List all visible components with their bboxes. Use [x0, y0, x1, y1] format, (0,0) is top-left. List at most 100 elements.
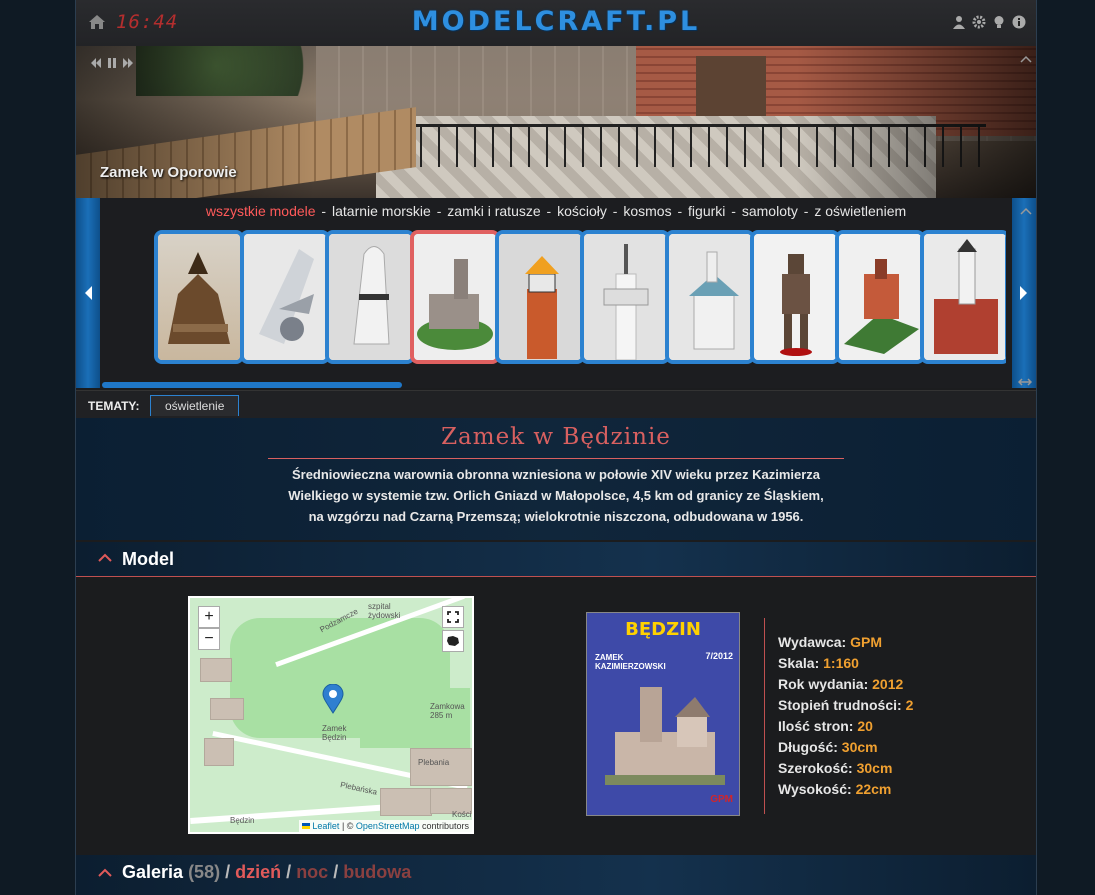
map-label: Kościo [452, 810, 474, 819]
model-specs: Wydawca: GPM Skala: 1:160 Rok wydania: 2… [778, 632, 913, 800]
spec-value: 2 [905, 697, 914, 713]
map-label: Będzin [230, 816, 255, 825]
topics-bar: TEMATY: oświetlenie [76, 390, 1036, 418]
spec-label: Długość: [778, 739, 838, 755]
specs-divider [764, 618, 765, 814]
arrow-left-icon [85, 286, 92, 300]
category-carousel: wszystkie modele - latarnie morskie - za… [76, 198, 1036, 388]
model-header: Zamek w Będzinie Średniowieczna warownia… [76, 418, 1036, 540]
thumbnail-capsule[interactable] [325, 230, 415, 364]
map-label: Zamek Będzin [322, 724, 347, 742]
spec-label: Wydawca: [778, 634, 847, 650]
thumbnail-castle-diorama[interactable] [835, 230, 925, 364]
fullscreen-button[interactable] [442, 606, 464, 628]
cover-brand: GPM [710, 794, 733, 805]
spec-label: Rok wydania: [778, 676, 869, 692]
info-icon[interactable] [1012, 15, 1026, 29]
category-filter: wszystkie modele - latarnie morskie - za… [205, 203, 907, 219]
chevron-up-icon[interactable] [98, 552, 112, 562]
fullscreen-icon [447, 611, 459, 623]
category-link-churches[interactable]: kościoły [557, 203, 607, 219]
model-title: Zamek w Będzinie [441, 424, 671, 450]
separator: / [333, 862, 339, 882]
location-map[interactable]: Podzamcze szpital żydowski Zamek Będzin … [188, 596, 474, 834]
model-description: Średniowieczna warownia obronna wzniesio… [266, 464, 846, 527]
arrow-right-icon [1020, 286, 1027, 300]
category-link-space[interactable]: kosmos [623, 203, 671, 219]
top-bar: 16:44 MODELCRAFT.PL [76, 0, 1036, 46]
category-link-castles[interactable]: zamki i ratusze [447, 203, 540, 219]
ukraine-flag-icon [302, 823, 311, 829]
site-logo[interactable]: MODELCRAFT.PL [76, 6, 1036, 37]
leaflet-link[interactable]: Leaflet [312, 821, 339, 831]
spec-label: Wysokość: [778, 781, 852, 797]
spec-value: 2012 [872, 676, 904, 692]
carousel-prev-button[interactable] [76, 198, 100, 388]
poland-map-button[interactable] [442, 630, 464, 652]
description-line: Wielkiego w systemie tzw. Orlich Gniazd … [288, 488, 824, 503]
cover-title: BĘDZIN [625, 619, 701, 640]
gallery-count: (58) [188, 862, 221, 882]
gallery-filter-night[interactable]: noc [296, 862, 328, 882]
section-header-model[interactable]: Model [76, 542, 1036, 577]
description-line: Średniowieczna warownia obronna wzniesio… [291, 467, 821, 482]
spec-row: Szerokość: 30cm [778, 758, 913, 779]
user-icon[interactable] [952, 15, 966, 29]
category-link-figures[interactable]: figurki [688, 203, 725, 219]
gallery-label-group: Galeria (58) / dzień / noc / budowa [122, 862, 411, 883]
thumbnail-lighthouse[interactable] [495, 230, 585, 364]
cover-issue: 7/2012 [705, 651, 733, 661]
pause-icon[interactable] [106, 56, 118, 68]
page-frame: 16:44 MODELCRAFT.PL Zamek w Oporowie wsz… [75, 0, 1037, 895]
gallery-filter-day[interactable]: dzień [235, 862, 281, 882]
spec-value: 1:160 [823, 655, 859, 671]
resize-horizontal-icon[interactable] [1017, 374, 1033, 386]
forward-icon[interactable] [122, 56, 134, 68]
thumbnail-church[interactable] [154, 230, 244, 364]
gear-icon[interactable] [972, 15, 986, 29]
spec-row: Stopień trudności: 2 [778, 695, 913, 716]
spec-label: Stopień trudności: [778, 697, 902, 713]
collapse-up-icon[interactable] [1020, 202, 1032, 215]
thumbnail-castle[interactable] [410, 230, 500, 364]
thumbnail-chapel[interactable] [665, 230, 755, 364]
spec-row: Rok wydania: 2012 [778, 674, 913, 695]
category-link-lighting[interactable]: z oświetleniem [814, 203, 906, 219]
thumbnail-white-tower[interactable] [580, 230, 670, 364]
thumbnail-town-hall[interactable] [920, 230, 1006, 364]
cover-subtitle: ZAMEK KAZIMIERZOWSKI [595, 653, 666, 671]
poland-shape-icon [447, 636, 459, 646]
spec-label: Szerokość: [778, 760, 853, 776]
osm-link[interactable]: OpenStreetMap [356, 821, 420, 831]
carousel-next-button[interactable] [1012, 198, 1036, 388]
category-link-planes[interactable]: samoloty [742, 203, 798, 219]
hero-slideshow[interactable]: Zamek w Oporowie [76, 46, 1036, 198]
attribution-tail: contributors [419, 821, 469, 831]
slideshow-controls [90, 56, 134, 68]
map-marker-icon[interactable] [322, 684, 344, 714]
spec-value: 30cm [856, 760, 893, 776]
thumbnail-shuttle[interactable] [240, 230, 330, 364]
spec-value: GPM [850, 634, 882, 650]
gallery-filter-build[interactable]: budowa [343, 862, 411, 882]
carousel-scrollbar[interactable] [102, 382, 402, 388]
map-label: szpital żydowski [368, 602, 401, 620]
section-header-gallery[interactable]: Galeria (58) / dzień / noc / budowa [76, 855, 1036, 895]
separator: / [225, 862, 231, 882]
rewind-icon[interactable] [90, 56, 102, 68]
thumbnail-predator-figure[interactable] [750, 230, 840, 364]
lightbulb-icon[interactable] [992, 15, 1006, 29]
model-cover-image[interactable]: BĘDZIN ZAMEK KAZIMIERZOWSKI 7/2012 GPM [586, 612, 740, 816]
collapse-up-icon[interactable] [1020, 50, 1032, 63]
chevron-up-icon[interactable] [98, 867, 112, 877]
spec-value: 20 [857, 718, 873, 734]
zoom-in-button[interactable]: + [198, 606, 220, 628]
category-link-all[interactable]: wszystkie modele [206, 203, 316, 219]
category-link-lighthouses[interactable]: latarnie morskie [332, 203, 431, 219]
map-attribution: Leaflet | © OpenStreetMap contributors [299, 820, 472, 832]
topic-chip-lighting[interactable]: oświetlenie [150, 395, 240, 416]
spec-value: 30cm [841, 739, 878, 755]
thumbnail-partial[interactable] [1005, 230, 1006, 364]
zoom-out-button[interactable]: − [198, 628, 220, 650]
spec-row: Ilość stron: 20 [778, 716, 913, 737]
